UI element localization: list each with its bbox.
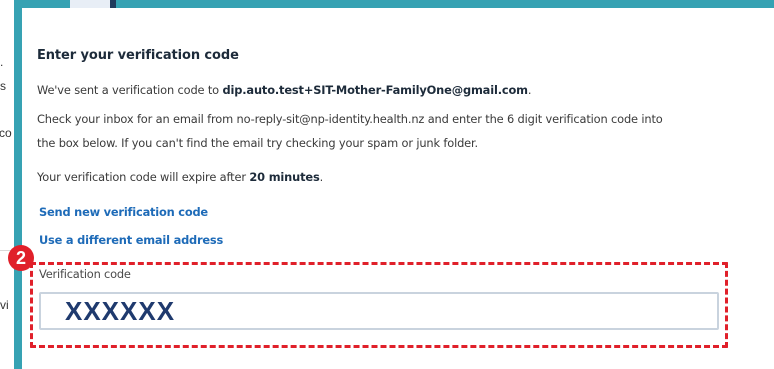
code-sent-message: We've sent a verification code to dip.au… <box>37 78 737 102</box>
frame-accent-dark <box>110 0 116 8</box>
verification-page: . s co vi Enter your verification code W… <box>0 0 774 369</box>
frame-accent-light <box>70 0 110 8</box>
use-different-email-link[interactable]: Use a different email address <box>39 233 223 247</box>
background-text-fragment: . <box>0 55 4 69</box>
recipient-email: dip.auto.test+SIT-Mother-FamilyOne@gmail… <box>222 83 528 97</box>
instructions-line-1: Check your inbox for an email from no-re… <box>37 112 663 126</box>
verification-dialog: Enter your verification code We've sent … <box>22 8 774 369</box>
dialog-title: Enter your verification code <box>37 48 239 63</box>
background-text-fragment: s <box>0 79 6 93</box>
background-text-fragment: vi <box>0 298 9 312</box>
send-new-code-link[interactable]: Send new verification code <box>39 205 208 219</box>
background-page: . s co vi <box>0 0 14 369</box>
verification-code-label: Verification code <box>39 267 131 281</box>
step-number-badge: 2 <box>8 245 34 271</box>
expiry-message: Your verification code will expire after… <box>37 165 737 189</box>
code-sent-prefix: We've sent a verification code to <box>37 83 223 97</box>
modal-frame-top <box>14 0 774 8</box>
instructions-text: Check your inbox for an email from no-re… <box>37 107 737 155</box>
verification-code-input[interactable] <box>39 292 719 330</box>
instructions-line-2: the box below. If you can't find the ema… <box>37 136 478 150</box>
expiry-time: 20 minutes <box>249 170 320 184</box>
modal-frame-left <box>14 0 22 369</box>
expiry-suffix: . <box>319 170 324 184</box>
background-text-fragment: co <box>0 126 12 140</box>
expiry-prefix: Your verification code will expire after <box>37 170 250 184</box>
code-sent-suffix: . <box>527 83 532 97</box>
